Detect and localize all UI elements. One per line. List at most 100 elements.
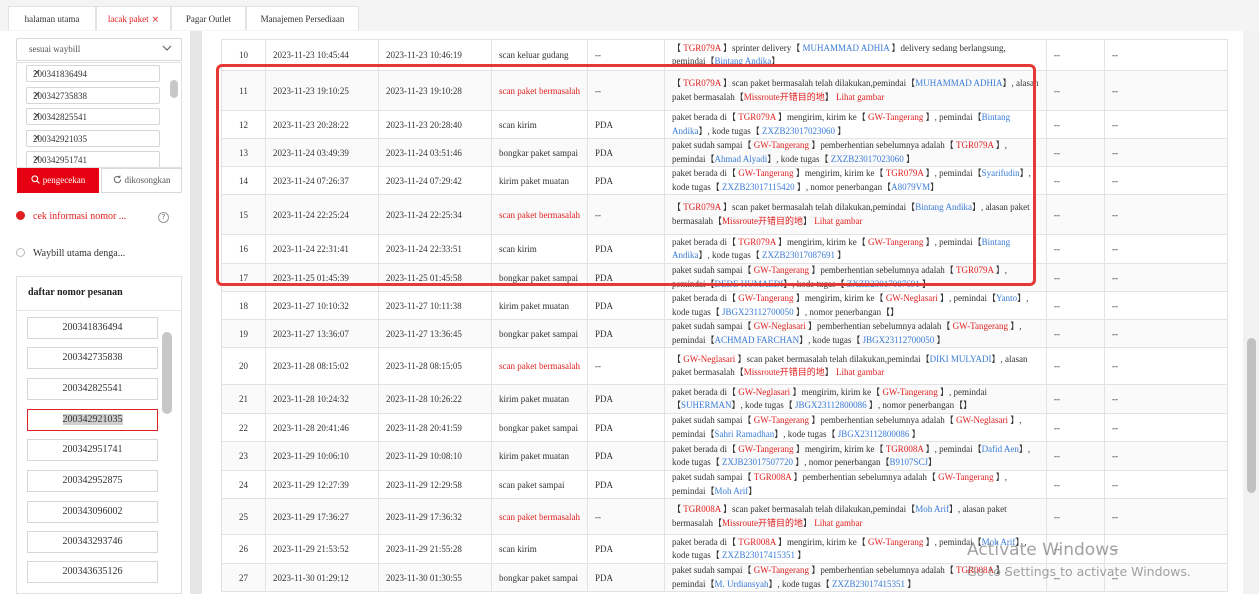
scan-type-cell: scan kirim [491, 534, 588, 564]
extra-cell-1: -- [1045, 138, 1105, 167]
view-image-link[interactable]: Lihat gambar [836, 367, 884, 377]
description-cell: 【 TGR079A 】scan paket bermasalah telah d… [663, 194, 1047, 235]
extra-cell-2: -- [1103, 534, 1228, 564]
upload-time-cell: 2023-11-27 10:11:38 [378, 291, 492, 320]
activate-windows-title: Activate Windows [967, 540, 1118, 560]
tab-lacak-paket[interactable]: lacak paket × [96, 6, 171, 30]
view-image-link[interactable]: Lihat gambar [814, 518, 862, 528]
radio-checked-icon[interactable] [16, 211, 25, 220]
clear-button[interactable]: dikosongkan [101, 168, 182, 193]
panel-splitter[interactable] [190, 31, 202, 594]
remove-chip-icon[interactable]: × [33, 68, 151, 78]
extra-cell-2: -- [1103, 498, 1228, 535]
option-master-waybill[interactable]: Waybill utama denga... [16, 248, 125, 259]
description-segment: ZXZB23017115420 [721, 181, 795, 192]
order-item[interactable]: 200342825541 [27, 378, 158, 400]
description-segment: GW-Neglasari [738, 386, 791, 397]
description-segment: GW-Tangerang [952, 321, 1008, 331]
search-button[interactable]: pengecekan [17, 168, 99, 193]
description-segment: 】scan paket bermasalah telah dilakukan,p… [720, 202, 916, 212]
close-icon[interactable]: × [152, 15, 160, 25]
view-image-link[interactable]: Lihat gambar [814, 216, 862, 226]
scan-type-cell: bongkar paket sampai [491, 138, 588, 167]
order-item[interactable]: 200341836494 [27, 317, 158, 339]
upload-time-cell: 2023-11-24 07:29:42 [378, 166, 492, 195]
upload-time-cell: 2023-11-25 01:45:58 [378, 263, 492, 292]
upload-time-cell: 2023-11-29 21:55:28 [378, 534, 492, 564]
order-item[interactable]: 200343096002 [27, 501, 158, 523]
order-item[interactable]: 200342951741 [27, 439, 158, 461]
tab-halaman-utama[interactable]: halaman utama [8, 6, 96, 30]
description-segment: GW-Tangerang [753, 565, 810, 575]
description-cell: 【 GW-Neglasari 】scan paket bermasalah te… [663, 347, 1047, 385]
waybill-chip: 200342825541 × [26, 108, 160, 125]
description-segment: 】, kode tugas【 [698, 250, 762, 260]
description-segment: ZXZB23017087691 [846, 278, 920, 289]
upload-time-cell: 2023-11-24 22:33:51 [378, 234, 492, 264]
row-number-cell: 25 [221, 498, 266, 535]
description-segment: GW-Neglasari [683, 353, 736, 364]
main-scrollbar-track[interactable] [1243, 31, 1259, 594]
description-segment: 】 [802, 517, 815, 528]
waybill-scrollbar[interactable] [170, 80, 178, 98]
waybill-input-box[interactable]: 200341836494 × 200342735838 × 200342825541… [16, 62, 182, 168]
waybill-type-select[interactable]: sesuai waybill [16, 38, 182, 61]
description-cell: paket berada di【 GW-Tangerang 】mengirim,… [663, 441, 1047, 471]
description-segment: Yanto [996, 293, 1018, 303]
description-cell: paket berada di【 GW-Tangerang 】mengirim,… [663, 291, 1047, 320]
remove-chip-icon[interactable]: × [33, 90, 151, 100]
description-segment: paket berada di【 [671, 536, 739, 547]
description-segment: 】mengirim, kirim ke【 [793, 443, 886, 454]
order-item[interactable]: 200343635126 [27, 561, 158, 583]
description-segment: ZXZB23017087691 [761, 250, 835, 260]
option-check-info[interactable]: cek informasi nomor ... [16, 211, 126, 222]
description-segment: GW-Tangerang [753, 140, 810, 150]
scan-time-cell: 2023-11-29 12:27:39 [265, 470, 379, 499]
description-segment: 】mengirim, kirim ke【 [775, 536, 868, 547]
device-cell: PDA [586, 441, 665, 471]
description-segment: 】pemberhentian sebelumnya adalah【 [805, 321, 953, 331]
description-segment: Syarifudin [981, 168, 1020, 178]
scan-type-cell: kirim paket muatan [491, 166, 588, 195]
tab-manajemen-persediaan[interactable]: Manajemen Persediaan [246, 6, 359, 30]
description-segment: paket berada di【 [671, 236, 739, 247]
remove-chip-icon[interactable]: × [33, 154, 151, 164]
description-segment: GW-Neglasari [885, 293, 938, 303]
device-cell: -- [586, 194, 665, 235]
description-segment: paket berada di【 [671, 293, 739, 303]
order-number: 200342921035 [62, 414, 123, 425]
remove-chip-icon[interactable]: × [33, 111, 151, 121]
description-cell: 【 TGR008A 】scan paket bermasalah telah d… [663, 498, 1047, 535]
description-cell: paket berada di【 TGR079A 】mengirim, kiri… [663, 110, 1047, 139]
device-cell: PDA [586, 534, 665, 564]
help-icon[interactable]: ? [158, 212, 169, 223]
tab-pagar-outlet[interactable]: Pagar Outlet [171, 6, 246, 30]
description-segment: 】 [834, 250, 847, 260]
description-segment: JBGX23112700050 [862, 334, 935, 345]
row-number-cell: 16 [221, 234, 266, 264]
upload-time-cell: 2023-11-23 20:28:40 [378, 110, 492, 139]
order-list-scrollbar[interactable] [162, 332, 172, 414]
description-segment: 【 [671, 504, 684, 514]
order-item[interactable]: 200343293746 [27, 531, 158, 553]
radio-unchecked-icon[interactable] [16, 248, 25, 257]
waybill-chip: 200342951741 × [26, 151, 160, 167]
row-number-cell: 23 [221, 441, 266, 471]
description-cell: paket berada di【 GW-Tangerang 】mengirim,… [663, 166, 1047, 195]
order-item[interactable]: 200342952875 [27, 470, 158, 492]
view-image-link[interactable]: Lihat gambar [836, 92, 884, 102]
order-item-selected[interactable]: 200342921035 [27, 409, 158, 431]
description-segment: 】, kode tugas【 [783, 278, 847, 289]
tab-label: lacak paket [107, 14, 149, 24]
scan-type-cell: scan paket bermasalah [491, 498, 588, 535]
row-number-cell: 22 [221, 413, 266, 442]
main-scrollbar-thumb[interactable] [1247, 338, 1256, 493]
order-item[interactable]: 200342735838 [27, 347, 158, 369]
remove-chip-icon[interactable]: × [33, 133, 151, 143]
extra-cell-2: -- [1103, 413, 1228, 442]
scan-time-cell: 2023-11-28 08:15:02 [265, 347, 379, 385]
description-segment: 】, nomor penerbangan【】 [866, 400, 973, 410]
extra-cell-2: -- [1103, 319, 1228, 348]
description-segment: GW-Tangerang [882, 386, 938, 397]
scan-time-cell: 2023-11-24 22:25:24 [265, 194, 379, 235]
